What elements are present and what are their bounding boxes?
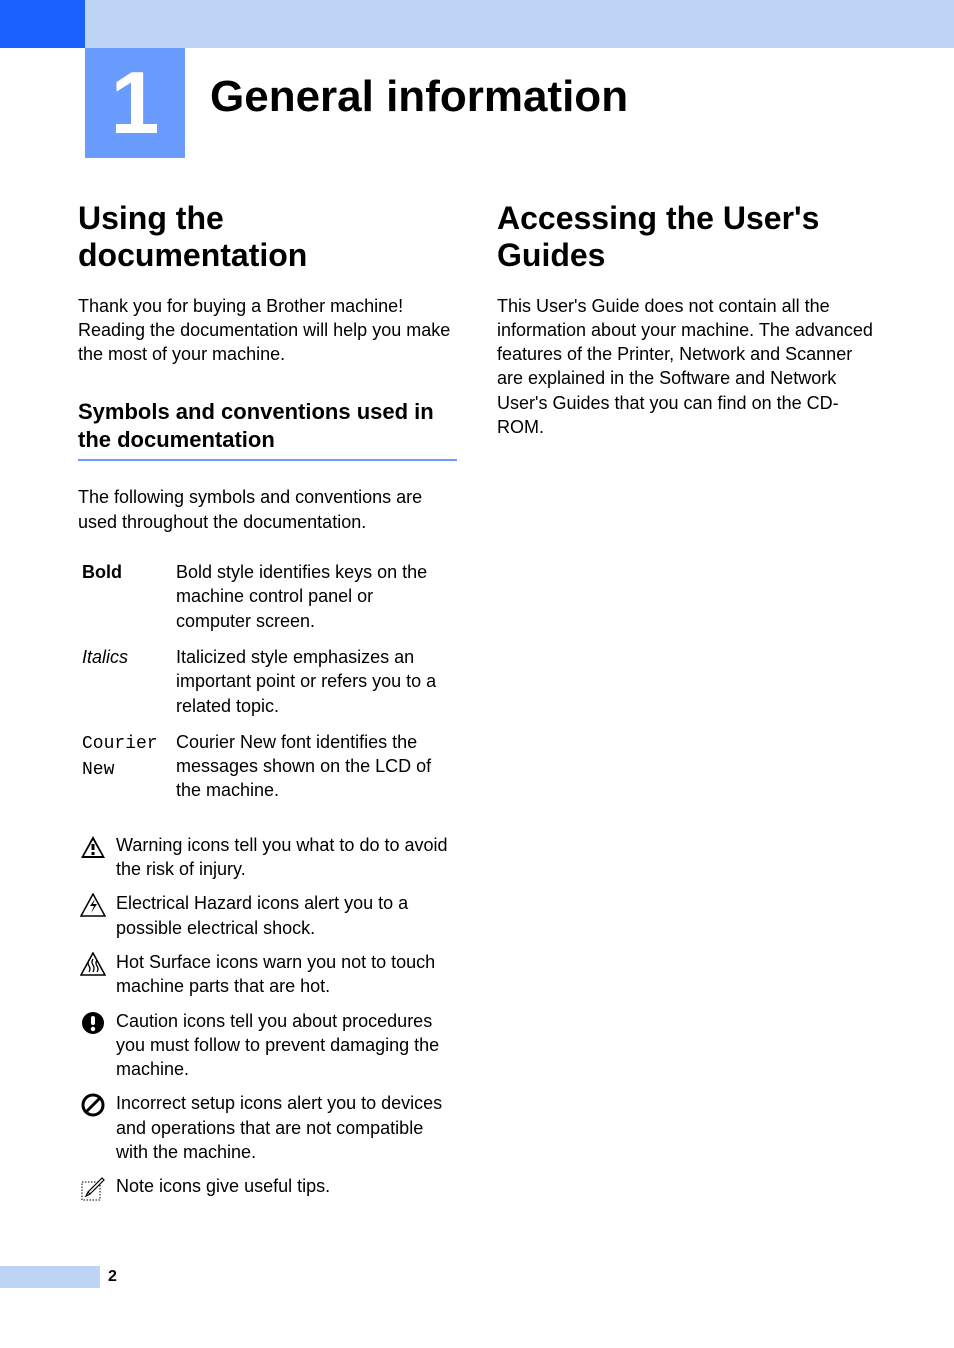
accessing-paragraph: This User's Guide does not contain all t…: [497, 294, 876, 440]
definition-term: Courier New: [82, 734, 158, 780]
subsection-heading-symbols: Symbols and conventions used in the docu…: [78, 398, 457, 461]
definition-text: Courier New font identifies the messages…: [172, 724, 457, 809]
definition-row: Bold Bold style identifies keys on the m…: [78, 554, 457, 639]
icon-row: Incorrect setup icons alert you to devic…: [78, 1091, 457, 1164]
icon-row: Warning icons tell you what to do to avo…: [78, 833, 457, 882]
note-icon: [78, 1174, 108, 1202]
definition-row: Italics Italicized style emphasizes an i…: [78, 639, 457, 724]
icon-description: Electrical Hazard icons alert you to a p…: [116, 891, 457, 940]
right-column: Accessing the User's Guides This User's …: [497, 200, 876, 1212]
chapter-title: General information: [210, 72, 628, 122]
section-heading-accessing: Accessing the User's Guides: [497, 200, 876, 274]
icon-row: Note icons give useful tips.: [78, 1174, 457, 1202]
icon-description: Caution icons tell you about procedures …: [116, 1009, 457, 1082]
icon-description: Note icons give useful tips.: [116, 1174, 330, 1198]
incorrect-setup-icon: [78, 1091, 108, 1117]
definition-term: Italics: [82, 647, 128, 667]
icon-description: Incorrect setup icons alert you to devic…: [116, 1091, 457, 1164]
symbols-intro: The following symbols and conventions ar…: [78, 485, 457, 534]
definition-row: Courier New Courier New font identifies …: [78, 724, 457, 809]
icon-description: Hot Surface icons warn you not to touch …: [116, 950, 457, 999]
definition-text: Italicized style emphasizes an important…: [172, 639, 457, 724]
warning-icon: [78, 833, 108, 859]
icon-description: Warning icons tell you what to do to avo…: [116, 833, 457, 882]
intro-paragraph: Thank you for buying a Brother machine! …: [78, 294, 457, 367]
footer-bar: [0, 1266, 100, 1288]
caution-icon: [78, 1009, 108, 1035]
electrical-hazard-icon: [78, 891, 108, 917]
icon-row: Electrical Hazard icons alert you to a p…: [78, 891, 457, 940]
definition-term: Bold: [82, 562, 122, 582]
page-number: 2: [108, 1268, 117, 1286]
header-bar: [0, 0, 954, 48]
icon-row: Caution icons tell you about procedures …: [78, 1009, 457, 1082]
chapter-number-block: 1: [85, 48, 185, 158]
definition-text: Bold style identifies keys on the machin…: [172, 554, 457, 639]
definition-table: Bold Bold style identifies keys on the m…: [78, 554, 457, 809]
chapter-number: 1: [111, 59, 160, 147]
icon-row: Hot Surface icons warn you not to touch …: [78, 950, 457, 999]
left-column: Using the documentation Thank you for bu…: [78, 200, 457, 1212]
hot-surface-icon: [78, 950, 108, 976]
section-heading-using: Using the documentation: [78, 200, 457, 274]
